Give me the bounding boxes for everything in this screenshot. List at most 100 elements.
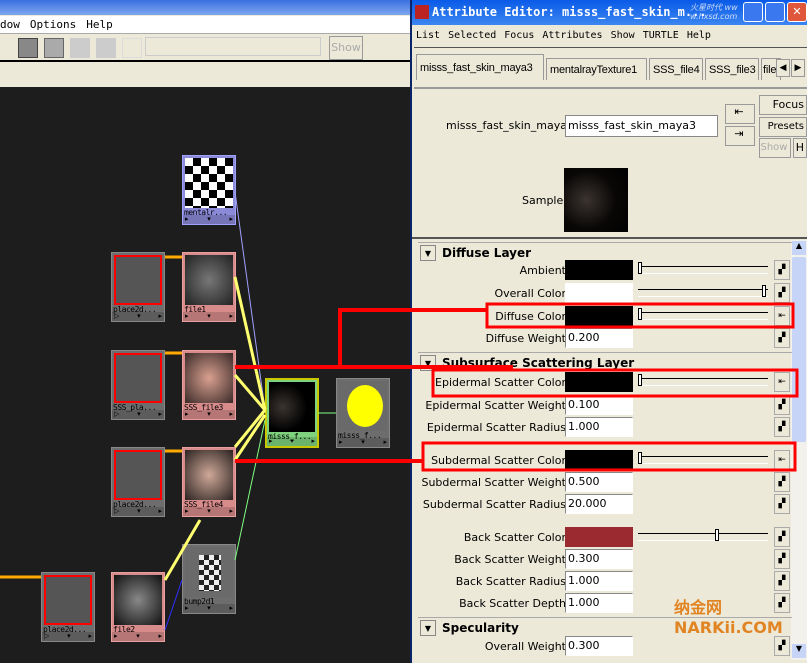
node-place2d[interactable]: place2d... ▷ ▾ ▸ bbox=[111, 252, 165, 322]
epi-weight-input[interactable]: 0.100 bbox=[565, 395, 633, 415]
back-color-slider[interactable] bbox=[638, 529, 768, 541]
map-texture-icon[interactable]: ▞ bbox=[774, 472, 790, 492]
tab-misss-fast-skin[interactable]: misss_fast_skin_maya3 bbox=[416, 54, 544, 80]
scroll-thumb[interactable] bbox=[792, 257, 806, 442]
node-shading-group[interactable]: misss_f... ▸ ▾ ▸ bbox=[336, 378, 390, 448]
menu-turtle[interactable]: TURTLE bbox=[643, 30, 679, 41]
node-place2d[interactable]: place2d... ▷ ▾ ▸ bbox=[41, 572, 95, 642]
node-place2d[interactable]: place2d... ▷ ▾ ▸ bbox=[111, 447, 165, 517]
focus-button[interactable]: Focus bbox=[759, 95, 807, 115]
collapse-arrow-icon[interactable]: ▼ bbox=[420, 245, 436, 261]
section-diffuse[interactable]: ▼ Diffuse Layer bbox=[418, 242, 792, 262]
tab-scroll-left-icon[interactable]: ◀ bbox=[776, 59, 790, 77]
ambient-swatch[interactable] bbox=[565, 260, 633, 280]
diffuse-color-slider[interactable] bbox=[638, 308, 768, 320]
filter-field[interactable] bbox=[145, 37, 321, 56]
slider-handle[interactable] bbox=[762, 285, 766, 297]
overall-color-slider[interactable] bbox=[638, 285, 768, 297]
menu-window[interactable]: dow bbox=[0, 18, 20, 31]
map-texture-icon[interactable]: ▞ bbox=[774, 527, 790, 547]
graph-canvas[interactable]: mentalr... ▸ ▾ ▸ place2d... ▷ ▾ ▸ file1 ▸ ▾ ▸ SSS… bbox=[0, 87, 410, 663]
map-texture-icon[interactable]: ▞ bbox=[774, 328, 790, 348]
menu-selected[interactable]: Selected bbox=[448, 30, 496, 41]
place2d-icon bbox=[114, 450, 162, 500]
scroll-up-icon[interactable]: ▲ bbox=[792, 241, 806, 255]
input-connections-icon[interactable]: ⇤ bbox=[725, 104, 755, 124]
collapse-arrow-icon[interactable]: ▼ bbox=[420, 355, 436, 371]
slider-handle[interactable] bbox=[638, 452, 642, 464]
map-texture-icon[interactable]: ▞ bbox=[774, 636, 790, 656]
sub-color-slider[interactable] bbox=[638, 452, 768, 464]
tab-sss-file3[interactable]: SSS_file3 bbox=[705, 58, 759, 80]
sub-radius-input[interactable]: 20.000 bbox=[565, 494, 633, 514]
output-connections-icon[interactable]: ⇥ bbox=[725, 126, 755, 146]
sub-weight-input[interactable]: 0.500 bbox=[565, 472, 633, 492]
epi-color-slider[interactable] bbox=[638, 374, 768, 386]
collapse-arrow-icon[interactable]: ▼ bbox=[420, 620, 436, 636]
texture-thumbnail bbox=[185, 450, 233, 500]
node-file1[interactable]: file1 ▸ ▾ ▸ bbox=[182, 252, 236, 322]
node-misss-shader[interactable]: misss_f... ▸ ▾ ▸ bbox=[265, 378, 319, 448]
overall-weight-input[interactable]: 0.300 bbox=[565, 636, 633, 656]
node-sss-file4[interactable]: SSS_file4 ▸ ▾ ▸ bbox=[182, 447, 236, 517]
menu-list[interactable]: List bbox=[416, 30, 440, 41]
ambient-slider[interactable] bbox=[638, 262, 768, 274]
menu-attributes[interactable]: Attributes bbox=[542, 30, 602, 41]
node-name-input[interactable]: misss_fast_skin_maya3 bbox=[565, 115, 718, 137]
node-mentalray-texture[interactable]: mentalr... ▸ ▾ ▸ bbox=[182, 155, 236, 225]
back-weight-input[interactable]: 0.300 bbox=[565, 549, 633, 569]
map-texture-icon[interactable]: ▞ bbox=[774, 283, 790, 303]
map-texture-icon[interactable]: ▞ bbox=[774, 417, 790, 437]
sub-color-swatch[interactable] bbox=[565, 450, 633, 470]
diffuse-weight-input[interactable]: 0.200 bbox=[565, 328, 633, 348]
back-radius-input[interactable]: 1.000 bbox=[565, 571, 633, 591]
map-texture-icon[interactable]: ▞ bbox=[774, 494, 790, 514]
scroll-down-icon[interactable]: ▼ bbox=[792, 644, 806, 658]
connected-input-icon[interactable]: ⇤ bbox=[774, 372, 790, 392]
map-texture-icon[interactable]: ▞ bbox=[774, 571, 790, 591]
map-texture-icon[interactable]: ▞ bbox=[774, 395, 790, 415]
overall-color-swatch[interactable] bbox=[565, 283, 633, 303]
expand-icon[interactable] bbox=[96, 38, 116, 58]
node-sss-place2d[interactable]: SSS_pla... ▷ ▾ ▸ bbox=[111, 350, 165, 420]
map-texture-icon[interactable]: ▞ bbox=[774, 260, 790, 280]
connected-input-icon[interactable]: ⇤ bbox=[774, 306, 790, 326]
node-sss-file3[interactable]: SSS_file3 ▸ ▾ ▸ bbox=[182, 350, 236, 420]
epi-color-swatch[interactable] bbox=[565, 372, 633, 392]
section-sss[interactable]: ▼ Subsurface Scattering Layer bbox=[418, 352, 792, 372]
maximize-button[interactable] bbox=[765, 2, 785, 22]
tab-mentalray-texture[interactable]: mentalrayTexture1 bbox=[546, 58, 647, 80]
menu-show[interactable]: Show bbox=[611, 30, 635, 41]
back-color-swatch[interactable] bbox=[565, 527, 633, 547]
menu-options[interactable]: Options bbox=[30, 18, 76, 31]
map-texture-icon[interactable]: ▞ bbox=[774, 549, 790, 569]
slider-handle[interactable] bbox=[714, 529, 719, 541]
graph-rearrange-icon[interactable] bbox=[44, 38, 64, 58]
show-button[interactable]: Show bbox=[759, 138, 791, 158]
show-button[interactable]: Show bbox=[329, 36, 363, 60]
menu-focus[interactable]: Focus bbox=[504, 30, 534, 41]
title-bar bbox=[0, 0, 410, 15]
slider-handle[interactable] bbox=[638, 374, 642, 386]
vertical-scrollbar[interactable]: ▲ ▼ bbox=[791, 240, 807, 660]
node-file2[interactable]: file2 ▸ ▾ ▸ bbox=[111, 572, 165, 642]
graph-layout-icon[interactable] bbox=[18, 38, 38, 58]
sub-weight-label: Subdermal Scatter Weight bbox=[421, 476, 566, 489]
slider-handle[interactable] bbox=[638, 262, 642, 274]
menu-help[interactable]: Help bbox=[687, 30, 711, 41]
slider-handle[interactable] bbox=[638, 308, 642, 320]
menu-help[interactable]: Help bbox=[86, 18, 113, 31]
connected-input-icon[interactable]: ⇤ bbox=[774, 450, 790, 470]
node-bump2d[interactable]: bump2d1 ▸ ▾ ▸ bbox=[182, 544, 236, 614]
tab-scroll-right-icon[interactable]: ▶ bbox=[791, 59, 805, 77]
minimize-button[interactable] bbox=[743, 2, 763, 22]
collapse-icon[interactable] bbox=[70, 38, 90, 58]
tab-sss-file4[interactable]: SSS_file4 bbox=[649, 58, 703, 80]
presets-button[interactable]: Presets bbox=[759, 117, 807, 137]
hide-button[interactable]: H bbox=[793, 138, 807, 158]
epi-radius-input[interactable]: 1.000 bbox=[565, 417, 633, 437]
close-button[interactable]: ✕ bbox=[787, 2, 807, 22]
diffuse-color-swatch[interactable] bbox=[565, 306, 633, 326]
back-depth-input[interactable]: 1.000 bbox=[565, 593, 633, 613]
connections-icon[interactable] bbox=[122, 38, 142, 58]
